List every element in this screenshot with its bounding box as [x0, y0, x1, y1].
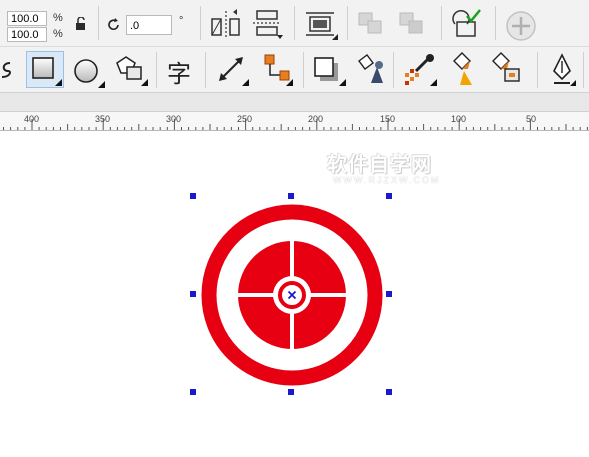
- ruler-label-250: 250: [237, 114, 253, 124]
- combine-icon-disabled: [358, 12, 382, 34]
- document-tab-strip: [0, 93, 589, 112]
- toolbox: 字: [0, 47, 589, 93]
- rectangle-tool-button[interactable]: [26, 51, 64, 88]
- separator: [393, 52, 394, 88]
- separator: [200, 6, 201, 40]
- color-eyedropper-tool-icon[interactable]: [402, 53, 438, 87]
- scale-y-input[interactable]: 100.0: [7, 27, 47, 42]
- connector-tool-icon[interactable]: [262, 53, 294, 87]
- property-bar: 100.0 100.0 % % .0 °: [0, 0, 589, 47]
- convert-to-curves-check-icon[interactable]: [451, 8, 483, 40]
- rotate-icon: [108, 18, 119, 31]
- ruler-label-50: 50: [526, 114, 537, 124]
- target-logo-graphic[interactable]: [193, 196, 393, 396]
- scale-x-unit: %: [53, 12, 63, 24]
- selection-handle-top-center[interactable]: [288, 193, 294, 199]
- ruler-label-200: 200: [308, 114, 324, 124]
- separator: [303, 52, 304, 88]
- rotation-angle-input[interactable]: .0: [126, 15, 172, 35]
- selection-handle-top-right[interactable]: [386, 193, 392, 199]
- break-apart-icon-disabled: [399, 12, 423, 34]
- mesh-fill-tool-icon[interactable]: [489, 51, 525, 87]
- selection-handle-middle-left[interactable]: [190, 291, 196, 297]
- selection-handle-bottom-left[interactable]: [190, 389, 196, 395]
- drop-shadow-tool-icon[interactable]: [312, 55, 346, 87]
- ruler-label-150: 150: [380, 114, 396, 124]
- separator: [537, 52, 538, 88]
- ruler-label-400: 400: [24, 114, 40, 124]
- interactive-fill-tool-icon[interactable]: [448, 51, 480, 87]
- ruler-label-350: 350: [95, 114, 111, 124]
- selection-handle-middle-right[interactable]: [386, 291, 392, 297]
- separator: [294, 6, 295, 40]
- ruler-ticks: [3, 119, 588, 130]
- selection-handle-bottom-center[interactable]: [288, 389, 294, 395]
- mirror-vertical-icon[interactable]: [253, 9, 283, 39]
- transparency-tool-icon[interactable]: [353, 53, 389, 87]
- outline-pen-tool-icon[interactable]: [548, 53, 576, 87]
- text-tool-icon[interactable]: 字: [167, 54, 191, 89]
- watermark-en: WWW.RJZXW.COM: [333, 175, 441, 185]
- separator: [495, 6, 496, 40]
- horizontal-ruler[interactable]: [0, 112, 589, 131]
- mirror-horizontal-icon[interactable]: [210, 9, 242, 39]
- separator: [441, 6, 442, 40]
- lock-ratio-icon[interactable]: [74, 17, 88, 31]
- separator: [156, 52, 157, 88]
- scale-x-input[interactable]: 100.0: [7, 11, 47, 26]
- degree-unit: °: [179, 15, 184, 27]
- polygon-tool-icon[interactable]: [113, 53, 149, 87]
- ellipse-tool-icon[interactable]: [72, 55, 106, 89]
- selection-handle-top-left[interactable]: [190, 193, 196, 199]
- ruler-label-100: 100: [451, 114, 467, 124]
- selection-handle-bottom-right[interactable]: [386, 389, 392, 395]
- ruler-label-300: 300: [166, 114, 182, 124]
- scale-y-unit: %: [53, 28, 63, 40]
- separator: [583, 52, 584, 88]
- watermark-cn: 软件自学网: [327, 152, 432, 176]
- add-icon-disabled: [506, 11, 536, 41]
- freehand-tool-icon[interactable]: [0, 61, 12, 79]
- separator: [98, 6, 99, 40]
- align-distribute-icon[interactable]: [304, 10, 338, 40]
- separator: [347, 6, 348, 40]
- rectangle-tool-icon: [32, 57, 62, 86]
- separator: [205, 52, 206, 88]
- dimension-tool-icon[interactable]: [216, 55, 250, 87]
